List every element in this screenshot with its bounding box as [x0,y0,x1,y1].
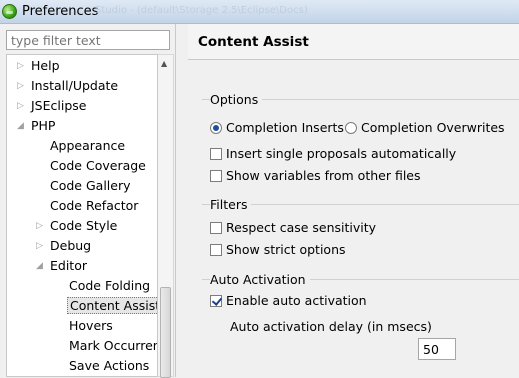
expand-arrow-icon[interactable]: ▷ [17,56,27,76]
app-icon [2,4,17,19]
page-header: Content Assist [188,24,519,60]
preference-page: Content Assist Options Completion Insert… [188,24,519,377]
tree-item-code-gallery[interactable]: Code Gallery [36,176,131,196]
tree-item-install-update[interactable]: ▷ Install/Update [17,76,118,96]
radio-selected-icon[interactable] [210,122,222,134]
tree-item-code-coverage[interactable]: Code Coverage [36,156,146,176]
page-title: Content Assist [198,34,309,50]
expand-arrow-icon[interactable]: ▷ [36,236,46,256]
scroll-up-icon[interactable]: ▲ [161,59,167,68]
tree-item-editor[interactable]: ◢ Editor [36,256,87,276]
collapse-arrow-icon[interactable]: ◢ [17,116,27,136]
radio-unselected-icon[interactable] [345,122,357,134]
window-title: Preferences [22,4,99,19]
checkbox-unchecked-icon[interactable] [210,222,222,234]
filters-group: Filters Respect case sensitivity Show st… [202,197,519,264]
preferences-navigation: ▷Help ▷Install/Update ▷JSEclipse ◢PHP Ap… [0,24,176,378]
auto-activation-group: Auto Activation Enable auto activation A… [202,272,519,349]
tree-scrollbar[interactable]: ▲ [158,54,174,378]
tree-item-code-refactor[interactable]: Code Refactor [36,196,138,216]
window-subtitle: Studio - (default\Storage 2.5\Eclipse\Do… [95,5,308,16]
case-sensitivity-checkbox[interactable]: Respect case sensitivity [210,219,376,237]
options-group-title: Options [210,92,263,107]
tree-item-help[interactable]: ▷ Help [17,56,60,76]
tree-item-hovers[interactable]: Hovers [55,316,113,336]
auto-activation-delay-input[interactable] [418,338,456,360]
tree-item-code-style[interactable]: ▷ Code Style [36,216,117,236]
tree-item-code-folding[interactable]: Code Folding [55,276,150,296]
tree-item-mark-occurrences[interactable]: Mark Occurrences [55,336,157,356]
expand-arrow-icon[interactable]: ▷ [17,76,27,96]
checkbox-checked-icon[interactable] [210,295,222,307]
preferences-tree: ▷ Help ▷ Install/Update ▷ JSEclipse ◢ PHP Ap… [6,54,158,377]
checkbox-unchecked-icon[interactable] [210,170,222,182]
scrollbar-thumb[interactable] [160,287,171,378]
completion-inserts-radio[interactable]: Completion Inserts [210,119,344,137]
enable-auto-activation-checkbox[interactable]: Enable auto activation [210,292,367,310]
collapse-arrow-icon[interactable]: ◢ [36,256,46,276]
checkbox-unchecked-icon[interactable] [210,244,222,256]
checkbox-unchecked-icon[interactable] [210,148,222,160]
filters-group-title: Filters [210,197,252,212]
completion-overwrites-radio[interactable]: Completion Overwrites [345,119,505,137]
show-variables-checkbox[interactable]: Show variables from other files [210,167,421,185]
tree-item-debug[interactable]: ▷ Debug [36,236,91,256]
expand-arrow-icon[interactable]: ▷ [36,216,46,236]
strict-options-checkbox[interactable]: Show strict options [210,241,346,259]
title-bar[interactable]: Preferences Studio - (default\Storage 2.… [0,0,519,24]
tree-item-appearance[interactable]: Appearance [36,136,125,156]
single-proposals-checkbox[interactable]: Insert single proposals automatically [210,145,456,163]
tree-item-php[interactable]: ◢ PHP [17,116,55,136]
expand-arrow-icon[interactable]: ▷ [17,96,27,116]
auto-activation-delay-label: Auto activation delay (in msecs) [230,319,432,334]
tree-item-jseclipse[interactable]: ▷ JSEclipse [17,96,86,116]
auto-activation-group-title: Auto Activation [210,272,310,287]
tree-item-save-actions[interactable]: Save Actions [55,356,149,376]
tree-item-content-assist[interactable]: Content Assist [55,296,157,316]
filter-input[interactable] [6,30,170,50]
options-group: Options Completion Inserts Completion Ov… [202,92,519,189]
